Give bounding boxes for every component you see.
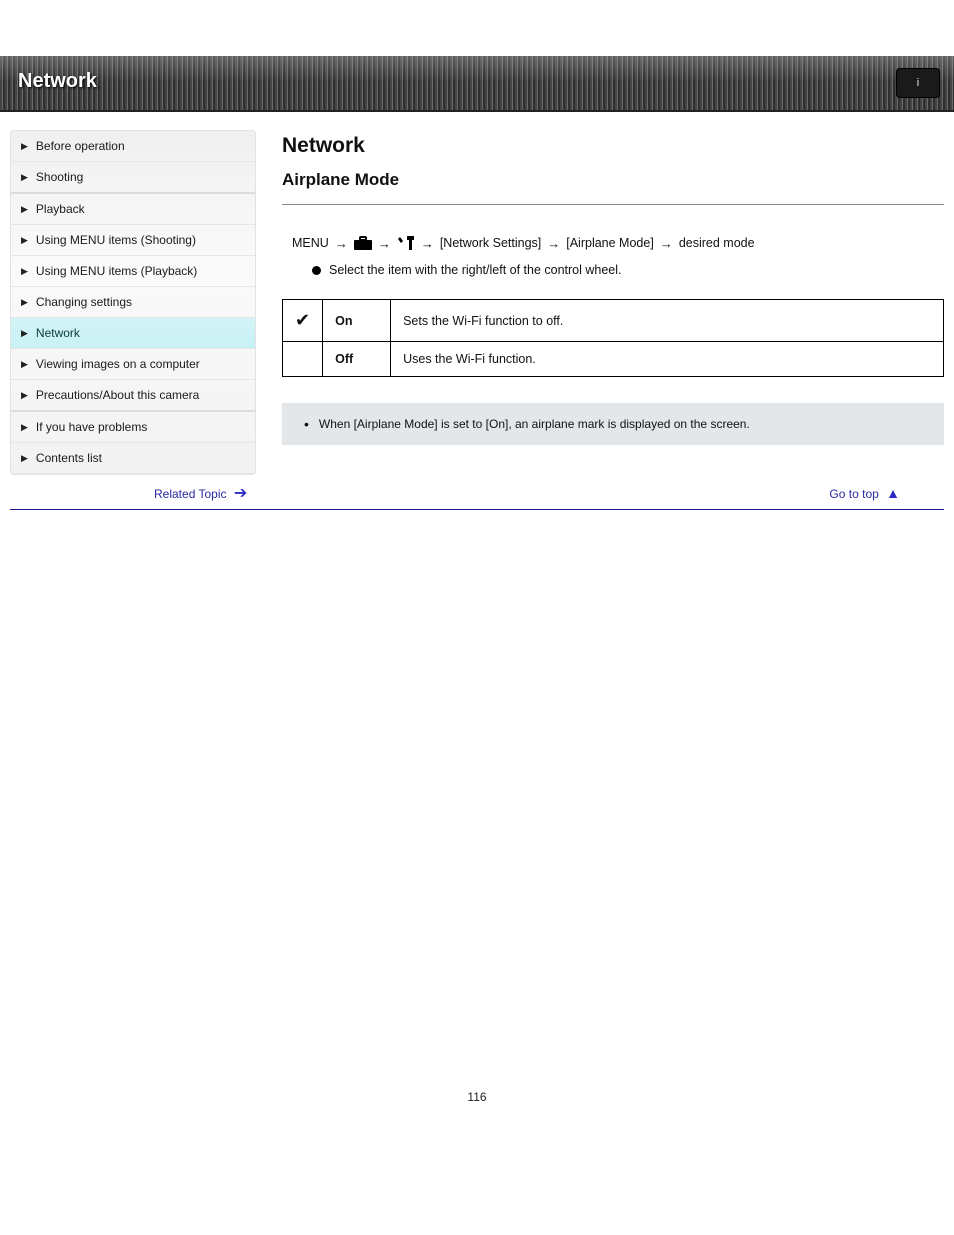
- path-step-menu: MENU →: [292, 236, 348, 251]
- arrow-right-icon: →: [335, 236, 348, 251]
- caret-right-icon: ▶: [21, 453, 28, 464]
- sidebar-item-label: Using MENU items (Shooting): [36, 233, 196, 247]
- arrow-right-icon: ➔: [234, 485, 247, 502]
- options-table: ✔ On Sets the Wi-Fi function to off. Off…: [282, 299, 944, 377]
- sidebar-item-label: Shooting: [36, 170, 83, 184]
- table-row: Off Uses the Wi-Fi function.: [283, 342, 944, 377]
- table-row: ✔ On Sets the Wi-Fi function to off.: [283, 300, 944, 342]
- arrow-right-icon: →: [660, 236, 673, 251]
- path-step-label: [Network Settings]: [440, 236, 541, 250]
- menu-path: MENU → → →: [282, 235, 944, 251]
- page-title: Network: [282, 134, 944, 158]
- row-desc-cell: Sets the Wi-Fi function to off.: [391, 300, 944, 342]
- info-button-label: i: [917, 77, 919, 89]
- banner: Network i: [0, 56, 954, 112]
- info-button[interactable]: i: [896, 68, 940, 98]
- sidebar-item-precautions[interactable]: ▶ Precautions/About this camera: [11, 380, 255, 412]
- caret-right-icon: ▶: [21, 297, 28, 308]
- path-step-label: desired mode: [679, 236, 755, 250]
- note-box: • When [Airplane Mode] is set to [On], a…: [282, 403, 944, 445]
- path-step-tools: →: [397, 235, 434, 251]
- sidebar-item-label: Changing settings: [36, 295, 132, 309]
- row-icon-cell: [283, 342, 323, 377]
- main-content: Network Airplane Mode MENU → →: [282, 130, 944, 475]
- sidebar-item-network[interactable]: ▶ Network: [11, 318, 255, 349]
- path-step-network-settings: [Network Settings] →: [440, 236, 560, 251]
- instruction-text: Select the item with the right/left of t…: [329, 263, 622, 277]
- caret-right-icon: ▶: [21, 266, 28, 277]
- sidebar-item-contents-list[interactable]: ▶ Contents list: [11, 443, 255, 474]
- toolbox-icon: [354, 236, 372, 250]
- sidebar-item-label: Viewing images on a computer: [36, 357, 200, 371]
- arrow-right-icon: →: [378, 236, 391, 251]
- row-icon-cell: ✔: [283, 300, 323, 342]
- sidebar-item-label: Playback: [36, 202, 85, 216]
- arrow-up-icon: ▲: [886, 485, 900, 501]
- row-desc-cell: Uses the Wi-Fi function.: [391, 342, 944, 377]
- check-icon: ✔: [295, 310, 310, 330]
- instruction-substep: Select the item with the right/left of t…: [282, 263, 944, 277]
- caret-right-icon: ▶: [21, 172, 28, 183]
- path-step-toolbox: →: [354, 236, 391, 251]
- caret-right-icon: ▶: [21, 328, 28, 339]
- bottom-nav: Related Topic ➔ Go to top ▲: [0, 475, 954, 509]
- row-option-cell: On: [323, 300, 391, 342]
- caret-right-icon: ▶: [21, 235, 28, 246]
- arrow-right-icon: →: [421, 236, 434, 251]
- path-step-airplane-mode: [Airplane Mode] →: [566, 236, 673, 251]
- row-option-cell: Off: [323, 342, 391, 377]
- section-divider: [282, 204, 944, 205]
- sidebar-item-label: If you have problems: [36, 420, 147, 434]
- caret-right-icon: ▶: [21, 204, 28, 215]
- go-to-top-label: Go to top: [829, 487, 878, 501]
- related-topic-label: Related Topic: [154, 487, 227, 501]
- sidebar-item-changing-settings[interactable]: ▶ Changing settings: [11, 287, 255, 318]
- arrow-right-icon: →: [547, 236, 560, 251]
- note-text: When [Airplane Mode] is set to [On], an …: [319, 417, 750, 431]
- path-step-desired-mode: desired mode: [679, 236, 755, 250]
- caret-right-icon: ▶: [21, 359, 28, 370]
- bottom-divider: [10, 509, 944, 510]
- sidebar-item-menu-playback[interactable]: ▶ Using MENU items (Playback): [11, 256, 255, 287]
- sidebar-item-label: Contents list: [36, 451, 102, 465]
- sidebar-item-viewing-computer[interactable]: ▶ Viewing images on a computer: [11, 349, 255, 380]
- sidebar: ▶ Before operation ▶ Shooting ▶ Playback…: [10, 130, 256, 475]
- sidebar-item-playback[interactable]: ▶ Playback: [11, 194, 255, 225]
- sidebar-item-before-operation[interactable]: ▶ Before operation: [11, 131, 255, 162]
- go-to-top-link[interactable]: Go to top ▲: [829, 487, 900, 501]
- section-title: Airplane Mode: [282, 170, 944, 190]
- page-number: 116: [0, 1090, 954, 1134]
- caret-right-icon: ▶: [21, 422, 28, 433]
- sidebar-item-menu-shooting[interactable]: ▶ Using MENU items (Shooting): [11, 225, 255, 256]
- caret-right-icon: ▶: [21, 141, 28, 152]
- sidebar-item-shooting[interactable]: ▶ Shooting: [11, 162, 255, 194]
- tools-icon: [397, 235, 415, 251]
- path-step-label: MENU: [292, 236, 329, 250]
- sidebar-item-if-problems[interactable]: ▶ If you have problems: [11, 412, 255, 443]
- sidebar-item-label: Precautions/About this camera: [36, 388, 199, 402]
- bullet-icon: •: [304, 417, 309, 431]
- banner-title: Network: [18, 70, 97, 93]
- caret-right-icon: ▶: [21, 390, 28, 401]
- sidebar-item-label: Network: [36, 326, 80, 340]
- sidebar-item-label: Before operation: [36, 139, 125, 153]
- bullet-icon: [312, 266, 321, 275]
- related-topic-link[interactable]: Related Topic ➔: [154, 487, 247, 501]
- path-step-label: [Airplane Mode]: [566, 236, 654, 250]
- sidebar-item-label: Using MENU items (Playback): [36, 264, 197, 278]
